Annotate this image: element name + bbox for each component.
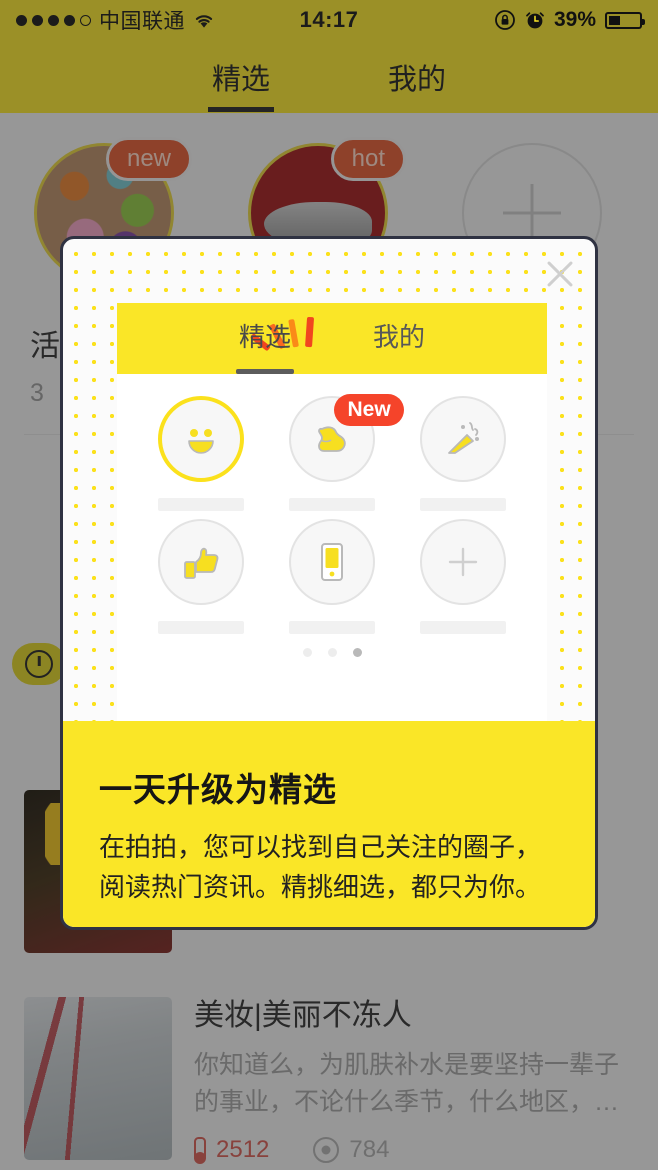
preview-tab-bar[interactable]: 精选 我的 — [117, 303, 547, 374]
battery-icon — [605, 11, 645, 29]
pagination-dot-active[interactable] — [352, 648, 362, 657]
label-placeholder — [157, 621, 244, 634]
rotation-lock-icon — [494, 9, 516, 31]
tooltip-title: 一天升级为精选 — [99, 771, 337, 808]
modal-preview-card: 精选 我的 New — [117, 303, 547, 728]
grid-item-biceps[interactable]: New — [266, 394, 404, 511]
label-placeholder — [288, 621, 375, 634]
alarm-clock-icon — [525, 10, 545, 30]
grid-item-add[interactable] — [398, 519, 529, 634]
label-placeholder — [288, 498, 375, 511]
close-icon[interactable] — [543, 257, 577, 291]
party-popper-icon — [420, 396, 507, 482]
mobile-phone-icon — [288, 519, 375, 605]
grid-item-mobile-phone[interactable] — [266, 519, 397, 634]
preview-pagination[interactable] — [117, 648, 547, 657]
pagination-dot[interactable] — [327, 648, 337, 657]
label-placeholder — [420, 621, 507, 634]
plus-add-icon — [420, 519, 507, 605]
badge-new: New — [334, 394, 404, 427]
preview-tab-mine[interactable]: 我的 — [373, 317, 425, 360]
tooltip-description: 在拍拍，您可以找到自己关注的圈子，阅读热门资讯。精挑细选，都只为你。 — [99, 832, 542, 903]
battery-percent-label: 39% — [553, 8, 596, 31]
label-placeholder — [157, 498, 244, 511]
onboarding-tooltip: 一天升级为精选 在拍拍，您可以找到自己关注的圈子，阅读热门资讯。精挑细选，都只为… — [63, 721, 595, 927]
smiley-face-icon — [157, 396, 244, 482]
onboarding-modal: 精选 我的 New 一天升级为精选 在拍拍，您可以找到自己关注的圈子，阅读热门资… — [60, 236, 598, 930]
grid-item-thumbs-up[interactable] — [135, 519, 266, 634]
grid-item-party-popper[interactable] — [398, 396, 529, 511]
phone-screen: 中国联通 14:17 39% 精选 我的 new hot 活 3 美妆|美丽不冻… — [0, 0, 658, 1170]
preview-icon-grid: New — [117, 374, 547, 634]
pagination-dot[interactable] — [302, 648, 312, 657]
preview-tab-featured[interactable]: 精选 — [239, 317, 291, 360]
thumbs-up-icon — [157, 519, 244, 605]
label-placeholder — [420, 498, 507, 511]
status-bar-right: 39% — [494, 8, 645, 32]
grid-item-smiley[interactable] — [135, 396, 266, 511]
